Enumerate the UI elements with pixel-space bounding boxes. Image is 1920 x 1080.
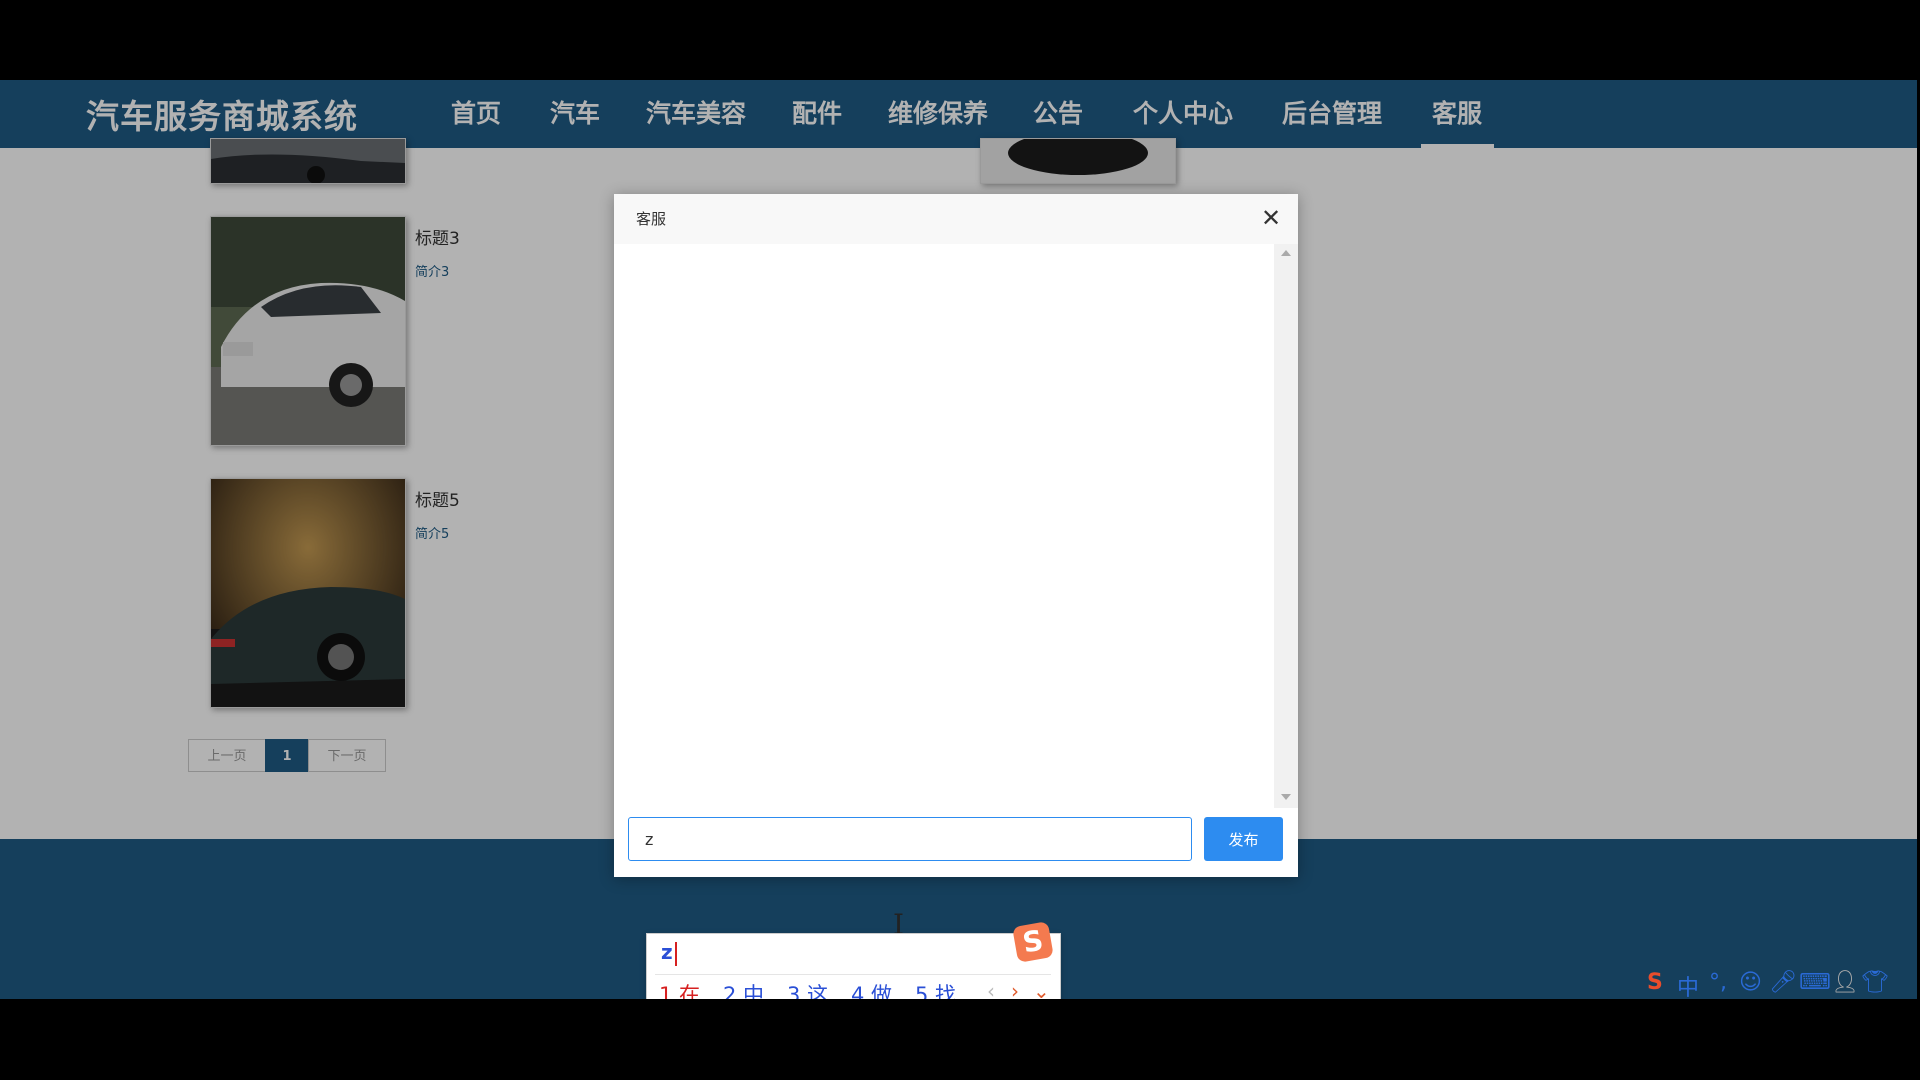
punctuation-icon[interactable]: °, <box>1709 970 1727 995</box>
message-input-row: 发布 <box>614 808 1298 877</box>
ime-divider <box>655 974 1051 975</box>
emoji-icon[interactable]: ☺ <box>1739 970 1762 995</box>
ime-expand-icon[interactable]: ⌄ <box>1033 979 1050 999</box>
dialog-title: 客服 <box>636 210 667 228</box>
dialog-header: 客服 ✕ <box>614 194 1298 245</box>
microphone-icon[interactable]: 🎤︎ <box>1769 970 1797 995</box>
ime-caret <box>675 942 677 966</box>
ime-candidate[interactable]: 2.中 <box>723 979 764 999</box>
app-window: 汽车服务商城系统 首页 汽车 汽车美容 配件 维修保养 公告 个人中心 后台管理… <box>0 80 1917 999</box>
ime-candidate[interactable]: 4.做 <box>851 979 892 999</box>
skin-icon[interactable]: 👕︎ <box>1861 970 1889 995</box>
ime-next-page-icon[interactable]: › <box>1011 979 1019 999</box>
customer-service-dialog: 客服 ✕ 发布 <box>614 194 1298 877</box>
ime-candidate[interactable]: 3.这 <box>787 979 828 999</box>
close-icon[interactable]: ✕ <box>1261 204 1281 232</box>
sogou-logo-icon: S <box>1012 921 1054 963</box>
ime-mode-indicator[interactable]: 中 <box>1677 970 1699 1002</box>
scroll-down-arrow-icon[interactable] <box>1281 794 1291 800</box>
scroll-up-arrow-icon[interactable] <box>1281 250 1291 256</box>
ime-candidate-window: z S 1.在 2.中 3.这 4.做 5.找 ‹ › ⌄ <box>646 921 1061 999</box>
chat-scrollbar[interactable] <box>1274 244 1298 808</box>
message-input[interactable] <box>628 817 1192 861</box>
chat-message-area[interactable] <box>614 244 1274 808</box>
keyboard-icon[interactable]: ⌨ <box>1799 970 1831 995</box>
user-icon[interactable]: 👤︎ <box>1831 970 1859 995</box>
publish-button[interactable]: 发布 <box>1204 817 1283 861</box>
ime-prev-page-icon[interactable]: ‹ <box>987 979 995 999</box>
ime-candidate[interactable]: 1.在 <box>659 979 700 999</box>
sogou-logo-icon[interactable]: S <box>1647 970 1663 995</box>
ime-candidate[interactable]: 5.找 <box>915 979 956 999</box>
ime-composition-text: z <box>661 940 673 964</box>
